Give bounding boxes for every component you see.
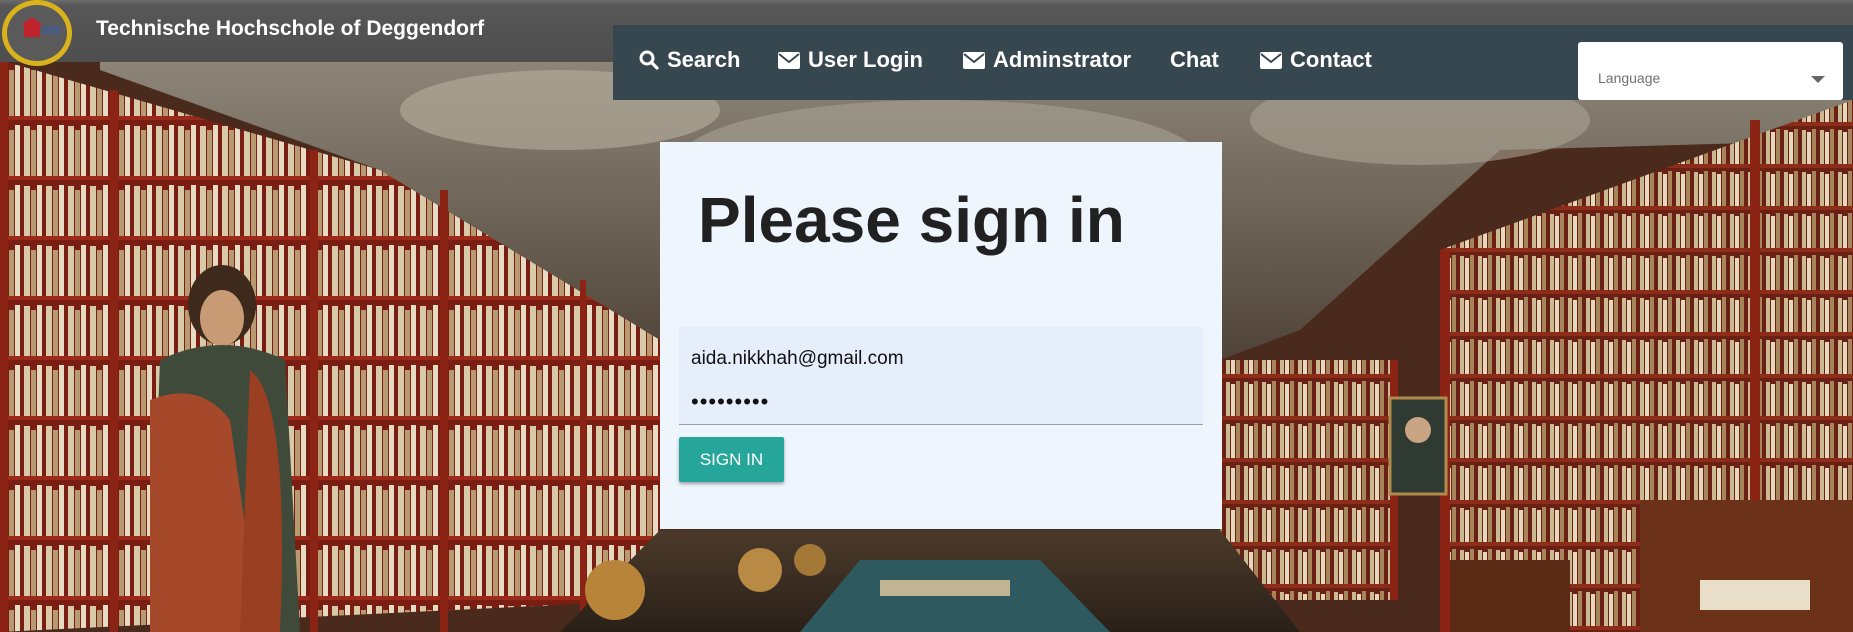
envelope-icon [1260, 51, 1282, 69]
sign-in-button[interactable]: SIGN IN [679, 437, 784, 482]
nav-search-label: Search [667, 47, 741, 72]
logo-house-shape [21, 17, 43, 37]
nav-adminstrator[interactable]: Adminstrator [963, 45, 1131, 75]
email-field[interactable] [691, 347, 1191, 371]
nav-chat[interactable]: Chat [1170, 45, 1219, 75]
site-title[interactable]: Technische Hochschole of Deggendorf [96, 17, 484, 41]
caret-down-icon [1811, 76, 1825, 83]
envelope-icon [778, 51, 800, 69]
nav-contact[interactable]: Contact [1260, 45, 1372, 75]
nav-chat-label: Chat [1170, 47, 1219, 72]
nav-search[interactable]: Search [639, 45, 740, 75]
language-select-placeholder: Language [1598, 70, 1661, 86]
sign-in-title: Please sign in [698, 184, 1125, 256]
sign-in-card: Please sign in SIGN IN [660, 142, 1222, 529]
search-icon [639, 50, 659, 70]
nav-contact-label: Contact [1290, 47, 1372, 72]
university-logo-icon[interactable] [2, 0, 72, 66]
password-field[interactable] [691, 389, 1191, 415]
logo-text-shape [42, 27, 60, 34]
nav-adminstrator-label: Adminstrator [993, 47, 1132, 72]
language-select[interactable]: Language [1578, 42, 1843, 100]
credentials-box [679, 327, 1203, 425]
envelope-icon [963, 51, 985, 69]
nav-user-login-label: User Login [808, 47, 923, 72]
nav-user-login[interactable]: User Login [778, 45, 923, 75]
